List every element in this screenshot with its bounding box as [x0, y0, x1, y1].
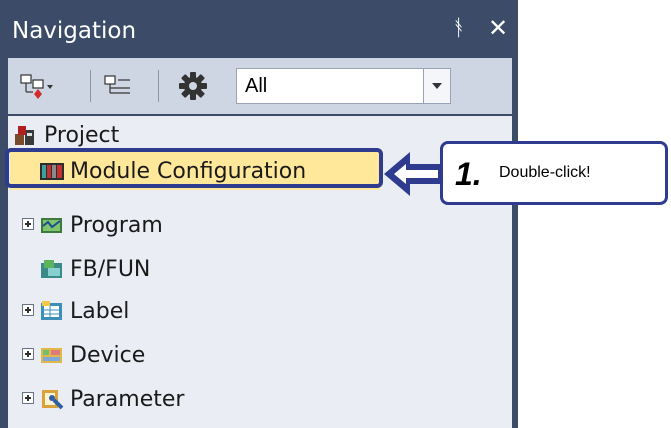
tree-item-label[interactable]: Label [40, 294, 129, 328]
tree-item-label: FB/FUN [70, 256, 151, 282]
step-number: 1. [455, 156, 482, 192]
chevron-down-icon[interactable] [423, 69, 450, 103]
expand-icon[interactable] [22, 348, 34, 360]
tree-root-project[interactable]: Project [14, 118, 119, 152]
expand-icon[interactable] [22, 392, 34, 404]
filter-value: All [245, 75, 268, 97]
panel-title: Navigation [12, 18, 137, 44]
instruction-callout: 1. Double-click! [440, 141, 668, 205]
expand-icon[interactable] [22, 218, 34, 230]
tree-item-label: Program [70, 212, 163, 238]
parameter-icon [40, 388, 64, 410]
tree-item-label: Parameter [70, 386, 185, 412]
title-bar: Navigation ᚬ ✕ [0, 0, 518, 58]
settings-icon[interactable] [170, 66, 216, 106]
toolbar: All [8, 58, 512, 114]
expand-icon[interactable] [22, 304, 34, 316]
tree-item-label: Label [70, 298, 130, 324]
filter-dropdown[interactable]: All [236, 68, 451, 104]
tree-item-fb-fun[interactable]: FB/FUN [40, 252, 150, 286]
tree-item-label: Device [70, 342, 146, 368]
selection-outline [5, 148, 383, 188]
tree-item-parameter[interactable]: Parameter [40, 382, 184, 416]
tree-view-icon[interactable] [96, 66, 142, 106]
label-icon [40, 300, 62, 322]
project-icon [14, 124, 36, 146]
pin-icon[interactable]: ᚬ [452, 16, 465, 41]
tree-item-label: Project [44, 122, 120, 148]
tree-item-device[interactable]: Device [40, 338, 145, 372]
device-icon [40, 344, 62, 366]
tree-item-program[interactable]: Program [40, 208, 163, 242]
pointer-arrow-icon [384, 152, 442, 196]
expand-collapse-icon[interactable] [14, 66, 60, 106]
fb-fun-icon [40, 258, 62, 280]
close-icon[interactable]: ✕ [488, 14, 508, 42]
step-text: Double-click! [499, 164, 591, 181]
program-icon [40, 214, 62, 236]
